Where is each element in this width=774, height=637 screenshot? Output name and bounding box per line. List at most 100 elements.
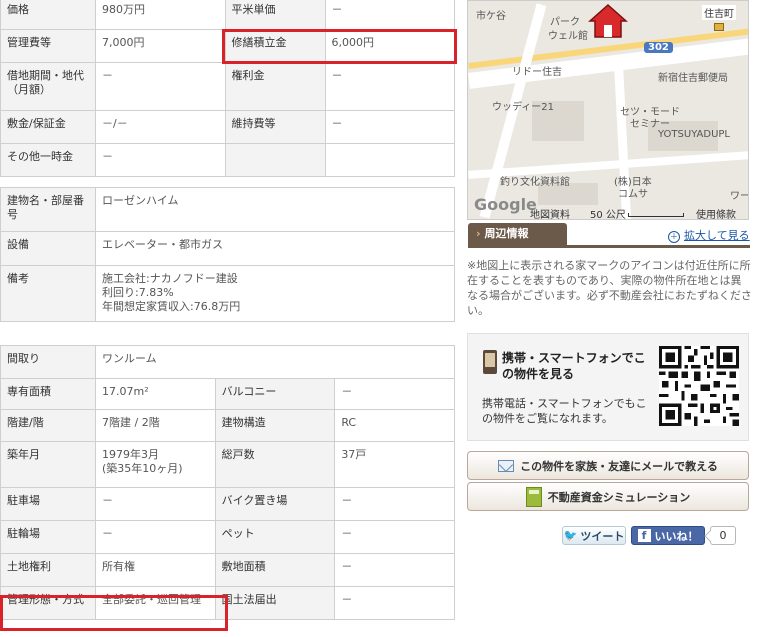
row-label: 専有面積 — [0, 378, 96, 410]
mail-icon — [498, 459, 515, 472]
price-table: 価格 980万円 平米単価－管理費等 7,000円 修繕積立金 6,000円 借地期間・地代… — [0, 0, 455, 177]
simulation-button-label: 不動産資金シミュレーション — [547, 490, 691, 504]
email-property-button[interactable]: この物件を家族・友達にメールで教える — [467, 451, 749, 480]
map-scale-bar — [628, 213, 684, 217]
mobile-phone-icon — [483, 350, 497, 374]
row-value: 7,000円 — [95, 29, 226, 63]
zoom-in-icon: ＋ — [668, 231, 680, 243]
building-table: 建物名・部屋番号 ローゼンハイム 設備 エレベーター・都市ガス 備考 施工会社:… — [0, 187, 455, 322]
table-row: 設備 エレベーター・都市ガス — [0, 231, 455, 266]
row-value: － — [324, 110, 455, 144]
tab-label: 周辺情報 — [484, 227, 529, 240]
row-value: 1979年3月 (築35年10ヶ月) — [95, 441, 216, 488]
row-value: － — [95, 487, 216, 521]
tweet-button[interactable]: 🐦 ツイート — [562, 526, 626, 545]
map-credit: 地図資料 — [530, 210, 570, 220]
row-label: 階建/階 — [0, 409, 96, 442]
row-value: － — [324, 0, 455, 30]
row-value: － — [334, 487, 455, 521]
simulation-button[interactable]: 不動産資金シミュレーション — [467, 482, 749, 511]
table-row: 備考 施工会社:ナカノフドー建設 利回り:7.83% 年間想定家賃収入:76.8… — [0, 265, 455, 322]
row-label: バイク置き場 — [214, 487, 336, 521]
map-label: セミナー — [630, 119, 670, 130]
row-label: 間取り — [0, 345, 96, 379]
row-label: 借地期間・地代 （月額） — [0, 62, 96, 111]
remarks-value: 施工会社:ナカノフドー建設 利回り:7.83% 年間想定家賃収入:76.8万円 — [95, 265, 455, 322]
table-row: 敷金/保証金 －/－ 維持費等－ — [0, 110, 455, 144]
facebook-icon: f — [637, 529, 651, 542]
row-value: － — [324, 62, 455, 111]
enlarge-map-link[interactable]: ＋ 拡大して見る — [668, 227, 750, 243]
row-label: 価格 — [0, 0, 96, 30]
table-row: 駐車場－バイク置き場－ — [0, 487, 455, 521]
map-label: 住吉町 — [702, 5, 736, 20]
row-value: 6,000円 — [324, 29, 455, 63]
table-row: 階建/階 7階建 / 2階 建物構造 RC — [0, 409, 455, 442]
row-label: 敷金/保証金 — [0, 110, 96, 144]
row-label: 修繕積立金 — [224, 29, 326, 63]
row-label: 管理費等 — [0, 29, 96, 63]
row-label — [224, 143, 326, 177]
row-label: ペット — [214, 520, 336, 554]
row-label: 築年月 — [0, 441, 96, 488]
row-label: 駐輪場 — [0, 520, 96, 554]
tweet-label: ツイート — [580, 529, 625, 543]
map-label: ワー — [730, 191, 749, 202]
map-terms-link[interactable]: 使用條款 — [696, 206, 736, 219]
row-value: － — [334, 586, 455, 620]
qr-code-icon — [659, 346, 739, 426]
map-label: YOTSUYADUPL — [658, 129, 731, 140]
map-scale: 50 公尺 — [590, 210, 626, 220]
row-label: 建物構造 — [214, 409, 336, 442]
google-logo: Google — [474, 195, 537, 214]
map-label: 新宿住吉郵便局 — [658, 73, 728, 84]
row-value: 980万円 — [95, 0, 226, 30]
table-row: 駐輪場－ペット－ — [0, 520, 455, 554]
equipment-value: エレベーター・都市ガス — [95, 231, 455, 266]
row-label: 総戸数 — [214, 441, 336, 488]
row-label: バルコニー — [214, 378, 336, 410]
tab-nearby-info[interactable]: › 周辺情報 — [468, 223, 567, 245]
row-value: －/－ — [95, 110, 226, 144]
twitter-bird-icon: 🐦 — [563, 529, 578, 542]
row-label: 備考 — [0, 265, 96, 322]
row-label: 建物名・部屋番号 — [0, 187, 96, 232]
row-label: 敷地面積 — [214, 553, 336, 587]
row-label: 権利金 — [224, 62, 326, 111]
calculator-icon — [525, 486, 542, 507]
table-row: 借地期間・地代 （月額）－権利金－ — [0, 62, 455, 111]
row-value: － — [334, 378, 455, 410]
row-value: － — [95, 520, 216, 554]
table-row: 管理費等 7,000円 修繕積立金 6,000円 — [0, 29, 455, 63]
layout-value: ワンルーム — [95, 345, 455, 379]
house-marker-icon[interactable] — [588, 3, 628, 39]
row-value: － — [95, 62, 226, 111]
map-label: 市ケ谷 — [476, 11, 506, 22]
chevron-right-icon: › — [476, 227, 481, 240]
row-value: RC — [334, 409, 455, 442]
station-icon — [714, 23, 724, 31]
map-label: パーク — [550, 17, 580, 28]
row-value — [324, 143, 455, 177]
row-label: 維持費等 — [224, 110, 326, 144]
table-row: 専有面積 17.07m² バルコニー－ — [0, 378, 455, 410]
row-label: 設備 — [0, 231, 96, 266]
row-value: 7階建 / 2階 — [95, 409, 216, 442]
row-value: 全部委託・巡回管理 — [95, 586, 216, 620]
table-row: 土地権利 所有権 敷地面積－ — [0, 553, 455, 587]
row-label: 駐車場 — [0, 487, 96, 521]
facebook-like-button[interactable]: f いいね！ — [631, 526, 705, 545]
mobile-description: 携帯電話・スマートフォンでもこの物件をご覧になれます。 — [482, 397, 647, 425]
mobile-title: 携帯・スマートフォンでこの物件を見る — [502, 351, 646, 381]
table-row: 建物名・部屋番号 ローゼンハイム — [0, 187, 455, 232]
map-label: 釣り文化資料館 — [500, 177, 570, 188]
route-badge: 302 — [644, 42, 673, 53]
table-row: 管理形態・方式 全部委託・巡回管理 国土法届出－ — [0, 586, 455, 620]
like-count: 0 — [710, 526, 736, 545]
tab-underline — [468, 245, 750, 248]
enlarge-label: 拡大して見る — [684, 229, 750, 242]
map-disclaimer: ※地図上に表示される家マークのアイコンは付近住所に所在することを表すものであり、… — [467, 259, 752, 317]
table-row: 間取り ワンルーム — [0, 345, 455, 379]
map[interactable]: 市ケ谷 パーク ウェル館 住吉町 302 リドー住吉 新宿住吉郵便局 ウッディー… — [467, 0, 749, 220]
row-value: 17.07m² — [95, 378, 216, 410]
